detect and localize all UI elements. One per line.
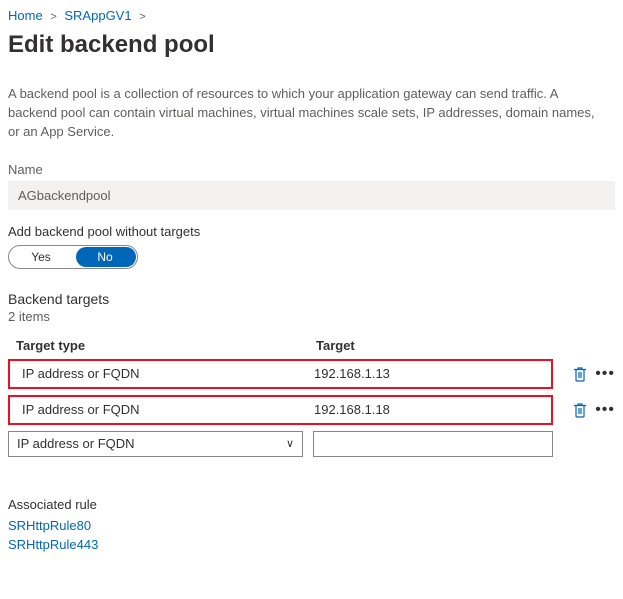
target-type-value: IP address or FQDN: [18, 366, 314, 381]
without-targets-toggle[interactable]: Yes No: [8, 245, 138, 269]
page-title: Edit backend pool: [8, 31, 615, 59]
associated-rule-link[interactable]: SRHttpRule80: [8, 516, 615, 536]
associated-rule-link[interactable]: SRHttpRule443: [8, 535, 615, 555]
chevron-down-icon: ∨: [286, 437, 294, 450]
trash-icon[interactable]: [571, 365, 589, 383]
breadcrumb-item[interactable]: SRAppGV1: [64, 8, 131, 23]
without-targets-label: Add backend pool without targets: [8, 224, 615, 239]
chevron-right-icon: >: [46, 11, 60, 23]
toggle-no[interactable]: No: [73, 246, 137, 268]
trash-icon[interactable]: [571, 401, 589, 419]
target-value: 192.168.1.13: [314, 366, 543, 381]
target-input[interactable]: [313, 431, 553, 457]
target-type-select[interactable]: IP address or FQDN ∨: [8, 431, 303, 457]
chevron-right-icon: >: [135, 11, 149, 23]
more-icon[interactable]: •••: [595, 369, 615, 379]
breadcrumb-home[interactable]: Home: [8, 8, 43, 23]
target-value: 192.168.1.18: [314, 402, 543, 417]
description-text: A backend pool is a collection of resour…: [8, 85, 608, 142]
target-type-value: IP address or FQDN: [18, 402, 314, 417]
backend-targets-heading: Backend targets: [8, 291, 615, 307]
items-count: 2 items: [8, 309, 615, 324]
name-field: [8, 181, 615, 210]
more-icon[interactable]: •••: [595, 405, 615, 415]
target-type-selected: IP address or FQDN: [17, 436, 135, 451]
table-row: IP address or FQDN 192.168.1.18 •••: [8, 395, 615, 425]
associated-rule-section: Associated rule SRHttpRule80 SRHttpRule4…: [8, 497, 615, 555]
toggle-yes[interactable]: Yes: [9, 246, 73, 268]
table-row: IP address or FQDN 192.168.1.13 •••: [8, 359, 615, 389]
column-target: Target: [316, 338, 607, 353]
breadcrumb: Home > SRAppGV1 >: [8, 4, 615, 31]
name-label: Name: [8, 162, 615, 177]
associated-rule-label: Associated rule: [8, 497, 615, 512]
column-target-type: Target type: [16, 338, 316, 353]
targets-table-header: Target type Target: [8, 332, 615, 359]
target-row-highlighted: IP address or FQDN 192.168.1.13: [8, 359, 553, 389]
target-row-highlighted: IP address or FQDN 192.168.1.18: [8, 395, 553, 425]
new-target-row: IP address or FQDN ∨: [8, 431, 615, 457]
